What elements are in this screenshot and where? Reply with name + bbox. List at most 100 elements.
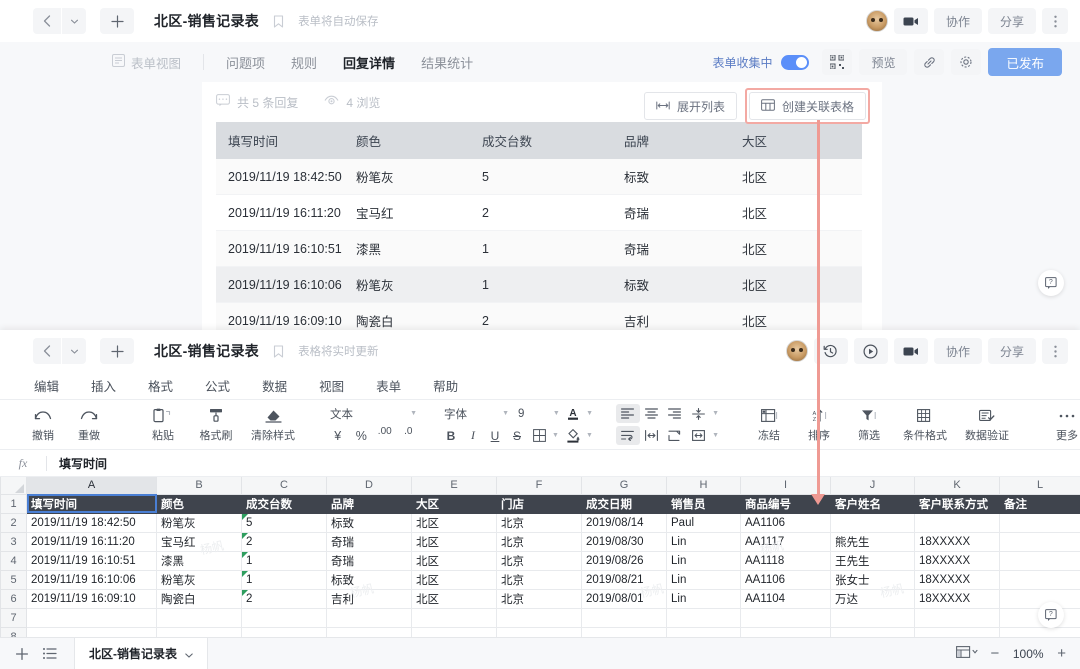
- history-dropdown-button[interactable]: [62, 8, 86, 34]
- cell-L6[interactable]: [1000, 589, 1080, 608]
- cell-E1[interactable]: 大区: [412, 494, 497, 513]
- cell-G7[interactable]: [582, 608, 667, 627]
- cell-A6[interactable]: 2019/11/19 16:09:10: [27, 589, 157, 608]
- play-circle-icon[interactable]: [854, 338, 888, 364]
- cell-D7[interactable]: [327, 608, 412, 627]
- freeze-button[interactable]: 冻结: [744, 401, 794, 449]
- tab-rules[interactable]: 规则: [291, 53, 317, 72]
- increase-decimal-button[interactable]: .00: [373, 426, 397, 445]
- caret-down-icon[interactable]: ▼: [552, 432, 559, 439]
- cell-F6[interactable]: 北京: [497, 589, 582, 608]
- caret-down-icon[interactable]: ▼: [712, 432, 719, 439]
- vertical-align-icon[interactable]: [687, 404, 711, 423]
- cell-I2[interactable]: AA1106: [741, 513, 831, 532]
- column-header-B[interactable]: B: [157, 477, 242, 494]
- cell-F7[interactable]: [497, 608, 582, 627]
- cell-L5[interactable]: [1000, 570, 1080, 589]
- col-header-brand[interactable]: 品牌: [612, 122, 730, 159]
- undo-button[interactable]: 撤销: [20, 401, 66, 449]
- avatar[interactable]: [866, 10, 888, 32]
- cell-H2[interactable]: Paul: [667, 513, 741, 532]
- menu-insert[interactable]: 插入: [91, 376, 116, 395]
- add-sheet-button[interactable]: [8, 638, 36, 669]
- collaborate-button[interactable]: 协作: [934, 338, 982, 364]
- select-all-corner[interactable]: [1, 477, 27, 494]
- menu-format[interactable]: 格式: [148, 376, 173, 395]
- font-size-value[interactable]: 9: [512, 408, 551, 420]
- cell-L4[interactable]: [1000, 551, 1080, 570]
- sheet-tab[interactable]: 北区-销售记录表: [74, 638, 208, 669]
- cell-G2[interactable]: 2019/08/14: [582, 513, 667, 532]
- cell-B7[interactable]: [157, 608, 242, 627]
- video-camera-icon[interactable]: [894, 338, 928, 364]
- cell-J4[interactable]: 王先生: [831, 551, 915, 570]
- column-header-F[interactable]: F: [497, 477, 582, 494]
- cell-L2[interactable]: [1000, 513, 1080, 532]
- rotate-text-icon[interactable]: [663, 426, 687, 445]
- menu-data[interactable]: 数据: [262, 376, 287, 395]
- tab-reply-details[interactable]: 回复详情: [343, 53, 395, 72]
- cell-F2[interactable]: 北京: [497, 513, 582, 532]
- history-dropdown-button[interactable]: [62, 338, 86, 364]
- table-row[interactable]: 2019/11/19 16:11:20 宝马红 2 奇瑞 北区: [216, 195, 862, 231]
- cell-B5[interactable]: 粉笔灰: [157, 570, 242, 589]
- cell-D6[interactable]: 吉利: [327, 589, 412, 608]
- column-header-C[interactable]: C: [242, 477, 327, 494]
- cell-G3[interactable]: 2019/08/30: [582, 532, 667, 551]
- cell-D1[interactable]: 品牌: [327, 494, 412, 513]
- cell-J5[interactable]: 张女士: [831, 570, 915, 589]
- cell-G5[interactable]: 2019/08/21: [582, 570, 667, 589]
- cell-H4[interactable]: Lin: [667, 551, 741, 570]
- paste-button[interactable]: 粘贴: [136, 401, 190, 449]
- cell-G1[interactable]: 成交日期: [582, 494, 667, 513]
- menu-formula[interactable]: 公式: [205, 376, 230, 395]
- tab-questions[interactable]: 问题项: [226, 53, 265, 72]
- cell-K4[interactable]: 18XXXXX: [915, 551, 1000, 570]
- caret-down-icon[interactable]: ▼: [586, 410, 593, 417]
- collaborate-button[interactable]: 协作: [934, 8, 982, 34]
- cell-K1[interactable]: 客户联系方式: [915, 494, 1000, 513]
- cell-D2[interactable]: 标致: [327, 513, 412, 532]
- menu-view[interactable]: 视图: [319, 376, 344, 395]
- cell-H6[interactable]: Lin: [667, 589, 741, 608]
- align-right-icon[interactable]: [663, 404, 687, 423]
- help-question-icon[interactable]: ?: [1038, 270, 1064, 296]
- text-color-A-icon[interactable]: A: [563, 404, 584, 423]
- col-header-fill-time[interactable]: 填写时间: [216, 122, 344, 159]
- align-left-icon[interactable]: [616, 404, 640, 423]
- font-name-value[interactable]: 字体: [440, 406, 500, 422]
- cell-E2[interactable]: 北区: [412, 513, 497, 532]
- tab-result-stats[interactable]: 结果统计: [421, 53, 473, 72]
- row-header-7[interactable]: 7: [1, 608, 27, 627]
- cell-B2[interactable]: 粉笔灰: [157, 513, 242, 532]
- row-header-5[interactable]: 5: [1, 570, 27, 589]
- percent-button[interactable]: %: [350, 426, 374, 445]
- view-mode-icon[interactable]: [956, 646, 978, 661]
- back-button[interactable]: [33, 338, 61, 364]
- number-format-value[interactable]: 文本: [326, 406, 408, 422]
- cell-A7[interactable]: [27, 608, 157, 627]
- text-overflow-icon[interactable]: [687, 426, 711, 445]
- caret-down-icon[interactable]: ▼: [502, 410, 509, 417]
- cell-H5[interactable]: Lin: [667, 570, 741, 589]
- cell-J3[interactable]: 熊先生: [831, 532, 915, 551]
- more-menu-button[interactable]: [1042, 338, 1068, 364]
- menu-form[interactable]: 表单: [376, 376, 401, 395]
- caret-down-icon[interactable]: ▼: [712, 410, 719, 417]
- publish-status-button[interactable]: 已发布: [988, 48, 1062, 76]
- column-header-A[interactable]: A: [27, 477, 157, 494]
- column-header-G[interactable]: G: [582, 477, 667, 494]
- cell-C1[interactable]: 成交台数: [242, 494, 327, 513]
- cell-C7[interactable]: [242, 608, 327, 627]
- add-button[interactable]: [100, 8, 134, 34]
- italic-button[interactable]: I: [462, 426, 484, 445]
- cell-L3[interactable]: [1000, 532, 1080, 551]
- underline-button[interactable]: U: [484, 426, 506, 445]
- table-row[interactable]: 2019/11/19 16:10:51 漆黑 1 奇瑞 北区: [216, 231, 862, 267]
- column-header-E[interactable]: E: [412, 477, 497, 494]
- table-row[interactable]: 2019/11/19 16:10:06 粉笔灰 1 标致 北区: [216, 267, 862, 303]
- link-icon[interactable]: [914, 49, 944, 75]
- strikethrough-button[interactable]: S: [506, 426, 528, 445]
- format-painter-button[interactable]: 格式刷: [190, 401, 242, 449]
- more-button[interactable]: 更多: [1042, 401, 1080, 449]
